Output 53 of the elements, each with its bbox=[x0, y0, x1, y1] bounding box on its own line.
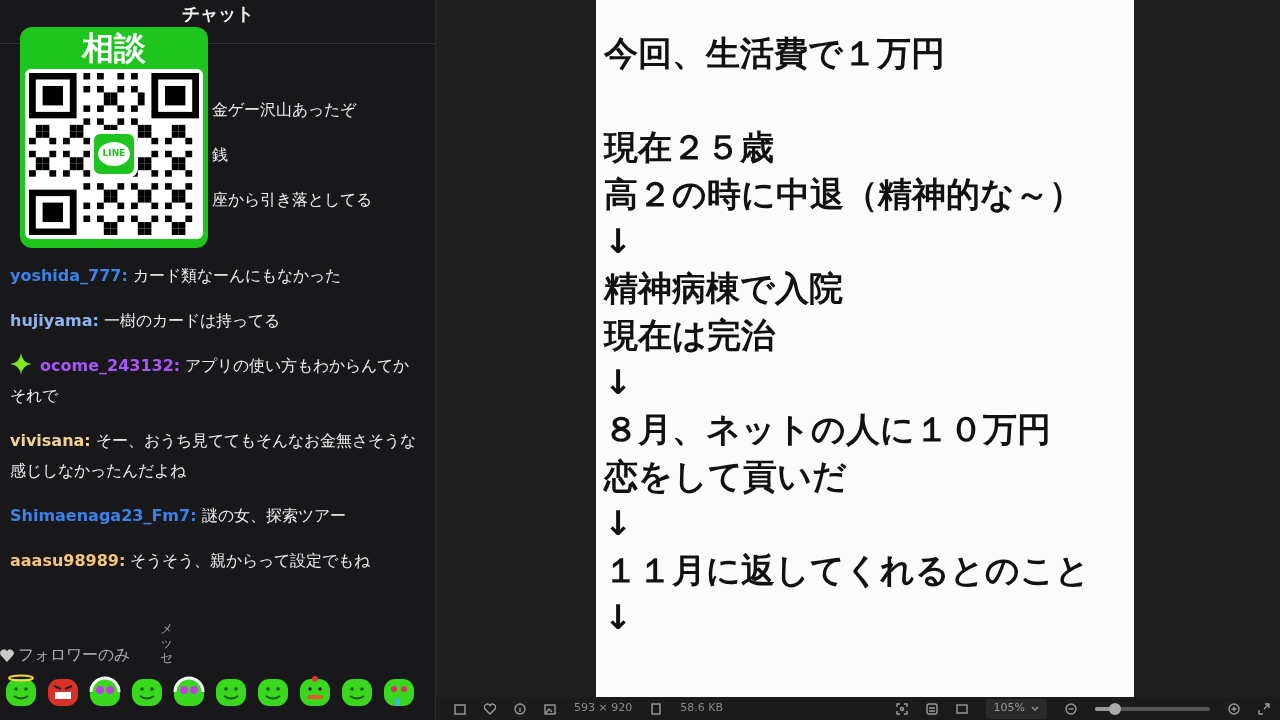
chat-message: ocome_243132: アプリの使い方もわからんてかそれで bbox=[10, 351, 425, 411]
file-icon bbox=[650, 702, 663, 715]
heart-icon[interactable] bbox=[484, 702, 496, 715]
chat-message: 座から引き落としてる bbox=[212, 189, 373, 211]
document-text-line: 精神病棟で入院 bbox=[604, 267, 844, 310]
chat-username[interactable]: vivisana: bbox=[10, 431, 91, 450]
expand-icon[interactable] bbox=[1258, 702, 1270, 715]
chat-message: vivisana: そー、おうち見ててもそんなお金無さそうな感じしなかったんだよね bbox=[10, 430, 417, 482]
qr-title: 相談 bbox=[82, 28, 146, 69]
chat-username[interactable]: Shimaenaga23_Fm7: bbox=[10, 506, 197, 525]
fit-screen-icon[interactable] bbox=[955, 702, 968, 715]
chat-message: yoshida_777: カード類なーんにもなかった bbox=[10, 265, 342, 287]
chat-username[interactable]: ocome_243132: bbox=[40, 356, 181, 375]
heart-icon bbox=[0, 648, 14, 662]
zoom-dropdown[interactable]: 105% bbox=[985, 698, 1047, 719]
caret-icon bbox=[1031, 705, 1039, 712]
chat-message: 金ゲー沢山あったぞ bbox=[212, 99, 358, 121]
chat-message: Shimaenaga23_Fm7: 謎の女、探索ツアー bbox=[10, 505, 347, 527]
document-text-line: ↓ bbox=[604, 361, 634, 404]
chat-username[interactable]: yoshida_777: bbox=[10, 266, 128, 285]
chat-message: hujiyama: 一樹のカードは持ってる bbox=[10, 310, 281, 332]
chat-username[interactable]: aaasu98989: bbox=[10, 551, 126, 570]
document-text-line: ↓ bbox=[604, 502, 634, 545]
image-dimensions: 593 × 920 bbox=[574, 700, 633, 717]
focus-icon[interactable] bbox=[895, 702, 908, 715]
panel-icon[interactable] bbox=[454, 702, 466, 715]
emote-icon[interactable] bbox=[4, 674, 38, 708]
overlay-text: メッセ bbox=[160, 622, 173, 665]
document-text-line: ８月、ネットの人に１０万円 bbox=[604, 408, 1052, 451]
file-size: 58.6 KB bbox=[680, 700, 723, 717]
document-text-line: 現在は完治 bbox=[604, 314, 777, 357]
document-text-line: １１月に返してくれるとのこと bbox=[604, 549, 1091, 592]
chat-username[interactable]: hujiyama: bbox=[10, 311, 99, 330]
document-text-line: 高２の時に中退（精神的な～） bbox=[604, 173, 1084, 216]
document-text-line: 現在２５歳 bbox=[604, 126, 775, 169]
document-text-line: 恋をして貢いだ bbox=[604, 455, 848, 498]
zoom-in-icon[interactable] bbox=[1228, 702, 1240, 715]
emote-icon[interactable] bbox=[88, 674, 122, 708]
document-text-line: ↓ bbox=[604, 220, 634, 263]
info-icon[interactable] bbox=[514, 702, 526, 715]
document-text-line: 今回、生活費で１万円 bbox=[604, 32, 946, 75]
chat-message: 銭 bbox=[212, 144, 229, 166]
image-icon bbox=[544, 702, 556, 715]
zoom-out-icon[interactable] bbox=[1065, 702, 1077, 715]
chat-message: aaasu98989: そうそう、親からって設定でもね bbox=[10, 550, 372, 572]
emote-icon[interactable] bbox=[172, 674, 206, 708]
document-text-line: ↓ bbox=[604, 596, 634, 639]
chat-title: チャット bbox=[181, 2, 254, 26]
text-recognition-icon[interactable] bbox=[925, 702, 938, 715]
chat-mode-label: フォロワーのみ bbox=[18, 644, 130, 666]
slider-thumb[interactable] bbox=[1108, 702, 1121, 715]
emote-icon[interactable] bbox=[298, 674, 332, 708]
logo-text: LINE bbox=[98, 142, 130, 166]
